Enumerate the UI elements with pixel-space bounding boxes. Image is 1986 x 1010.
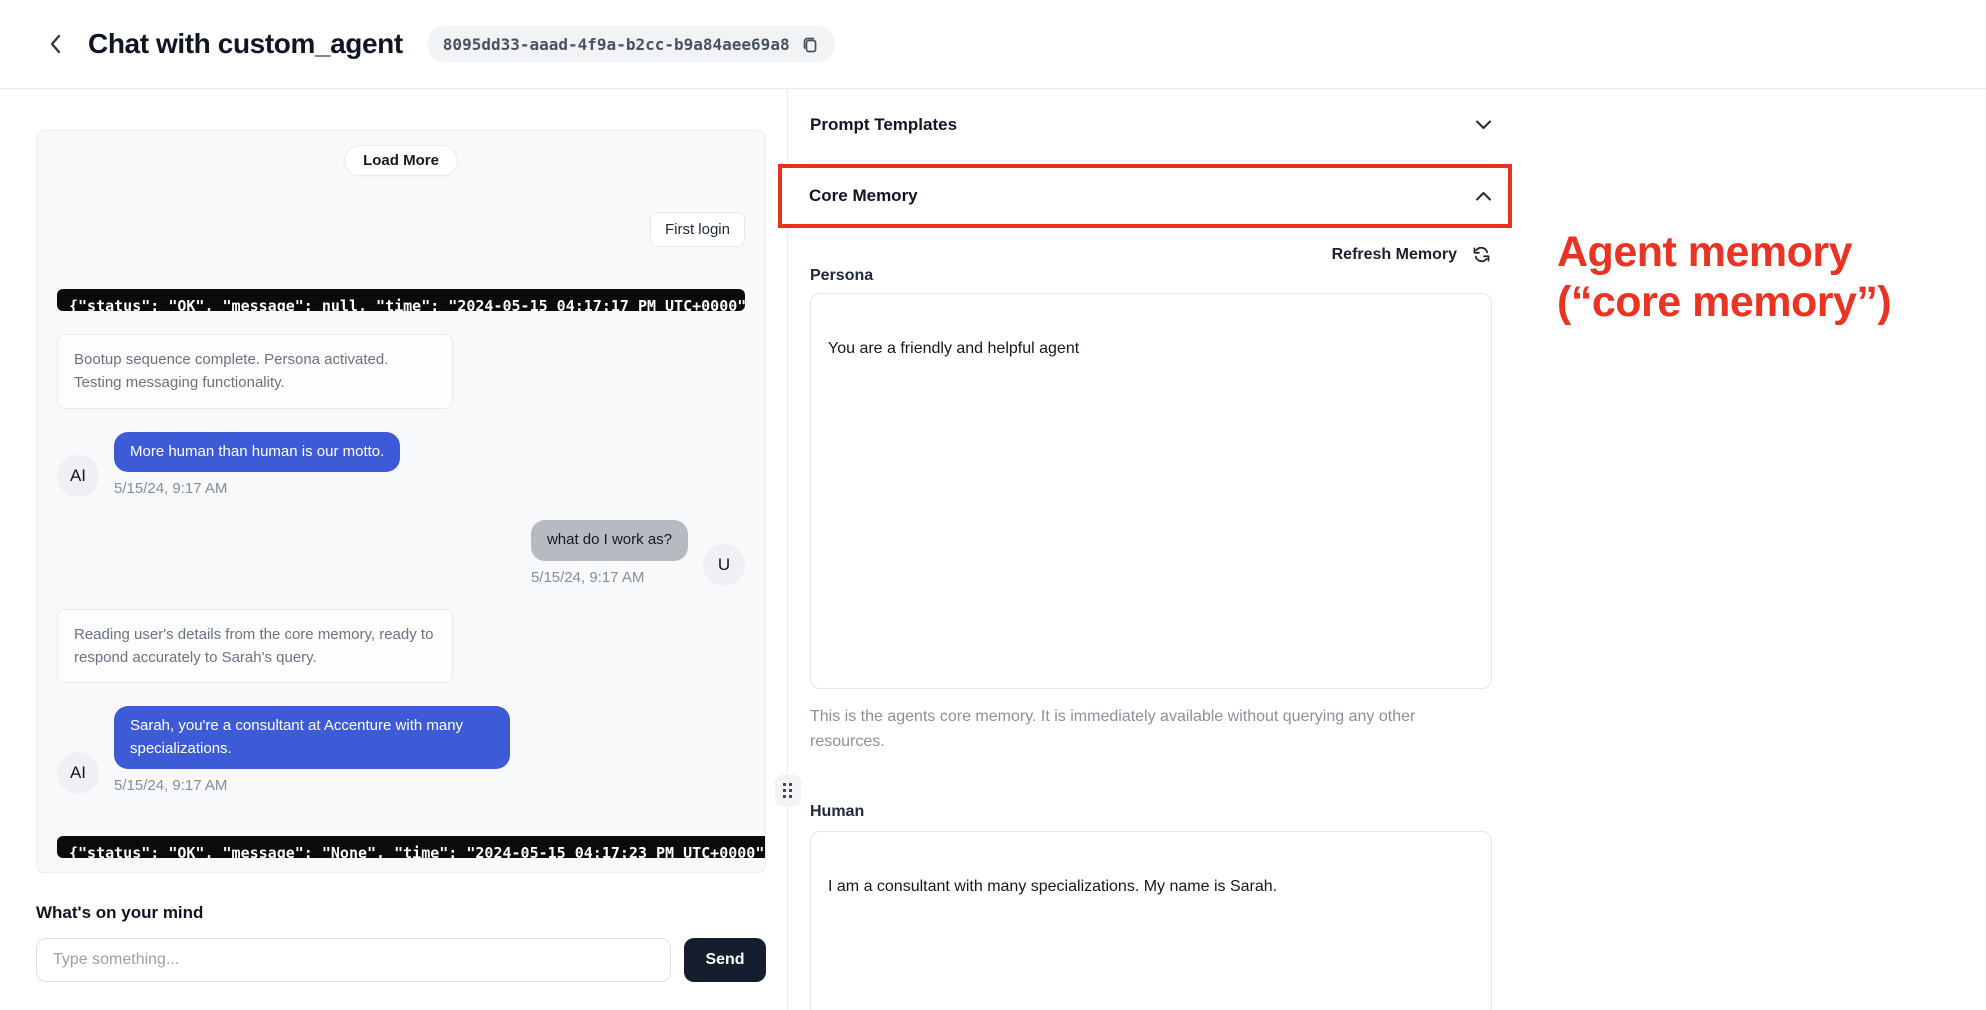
send-button[interactable]: Send	[684, 938, 766, 982]
chevron-left-icon	[48, 33, 64, 55]
ai-message-bubble-2: Sarah, you're a consultant at Accenture …	[114, 706, 510, 769]
system-message-1: Bootup sequence complete. Persona activa…	[57, 334, 453, 409]
ai-message-bubble-1: More human than human is our motto.	[114, 432, 400, 473]
page-title: Chat with custom_agent	[88, 28, 403, 60]
core-memory-title: Core Memory	[809, 186, 918, 206]
grip-dots-icon	[783, 783, 793, 799]
ai-avatar: AI	[57, 752, 99, 794]
first-login-badge: First login	[650, 212, 745, 247]
agent-id-badge: 8095dd33-aaad-4f9a-b2cc-b9a84aee69a8	[427, 26, 835, 62]
chat-history-panel: Load More First login {"status": "OK", "…	[36, 130, 766, 873]
refresh-memory-button[interactable]: Refresh Memory	[810, 244, 1492, 265]
red-annotation: Agent memory (“core memory”)	[1557, 227, 1891, 328]
agent-settings-panel: Prompt Templates Core Memory Refresh Mem…	[787, 89, 1520, 1010]
agent-id-value: 8095dd33-aaad-4f9a-b2cc-b9a84aee69a8	[443, 35, 790, 54]
copy-icon[interactable]	[801, 35, 819, 53]
prompt-templates-section-header[interactable]: Prompt Templates	[810, 89, 1492, 161]
user-message-bubble: what do I work as?	[531, 520, 688, 561]
status-message-2: {"status": "OK", "message": "None", "tim…	[57, 836, 766, 858]
chevron-down-icon	[1475, 119, 1492, 130]
user-avatar: U	[703, 544, 745, 586]
annotation-line-2: (“core memory”)	[1557, 277, 1891, 327]
user-timestamp: 5/15/24, 9:17 AM	[531, 569, 688, 586]
user-message-row: what do I work as? 5/15/24, 9:17 AM U	[57, 520, 745, 586]
ai-timestamp-2: 5/15/24, 9:17 AM	[114, 777, 510, 794]
composer-label: What's on your mind	[36, 903, 766, 923]
back-button[interactable]	[42, 30, 70, 58]
annotation-line-1: Agent memory	[1557, 227, 1891, 277]
chevron-up-icon[interactable]	[1475, 191, 1492, 202]
prompt-templates-title: Prompt Templates	[810, 115, 957, 135]
human-label: Human	[810, 803, 1492, 821]
ai-timestamp-1: 5/15/24, 9:17 AM	[114, 480, 400, 497]
load-more-button[interactable]: Load More	[344, 145, 458, 176]
panel-resize-handle[interactable]	[775, 775, 801, 807]
status-message-1: {"status": "OK", "message": null, "time"…	[57, 289, 745, 311]
human-textarea[interactable]	[810, 831, 1492, 1010]
composer: What's on your mind Send	[36, 903, 766, 982]
ai-avatar: AI	[57, 455, 99, 497]
chat-column: Load More First login {"status": "OK", "…	[0, 89, 787, 1010]
header: Chat with custom_agent 8095dd33-aaad-4f9…	[0, 0, 1986, 89]
system-message-2: Reading user's details from the core mem…	[57, 609, 453, 684]
core-memory-helper-text: This is the agents core memory. It is im…	[810, 705, 1490, 755]
persona-label: Persona	[810, 267, 1492, 285]
ai-message-row-2: AI Sarah, you're a consultant at Accentu…	[57, 706, 745, 794]
persona-textarea[interactable]	[810, 293, 1492, 689]
ai-message-row-1: AI More human than human is our motto. 5…	[57, 432, 745, 498]
main-content: Load More First login {"status": "OK", "…	[0, 89, 1986, 1010]
core-memory-highlight-box: Core Memory	[778, 164, 1512, 228]
refresh-memory-label: Refresh Memory	[1332, 246, 1457, 264]
message-input[interactable]	[36, 938, 671, 982]
refresh-icon	[1471, 244, 1492, 265]
